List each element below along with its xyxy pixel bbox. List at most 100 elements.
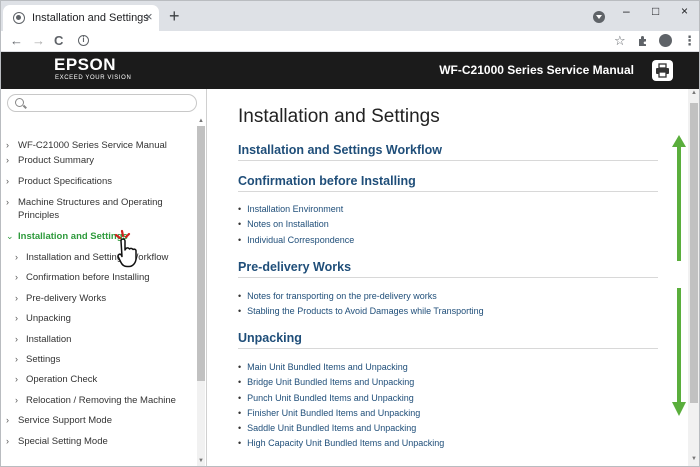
main-content: Installation and Settings Installation a… bbox=[208, 89, 688, 466]
search-input[interactable] bbox=[7, 94, 197, 112]
sidebar-item[interactable]: › Installation and Settings Workflow bbox=[1, 251, 197, 264]
section-heading[interactable]: Confirmation before Installing bbox=[238, 173, 658, 192]
sidebar-item[interactable]: › Special Setting Mode bbox=[1, 435, 197, 448]
search-icon bbox=[15, 98, 24, 107]
manual-title: WF-C21000 Series Service Manual bbox=[439, 63, 634, 77]
site-info-icon[interactable]: i bbox=[78, 35, 89, 46]
print-icon bbox=[656, 63, 669, 78]
forward-button[interactable]: → bbox=[32, 32, 45, 50]
page-scrollbar-thumb[interactable] bbox=[690, 103, 698, 403]
sidebar-scroll-up-icon[interactable]: ▲ bbox=[198, 118, 204, 124]
chevron-icon: › bbox=[15, 394, 18, 405]
new-tab-button[interactable]: + bbox=[169, 7, 180, 25]
tab-search-icon[interactable] bbox=[593, 11, 605, 23]
sidebar-item[interactable]: › Unpacking bbox=[1, 312, 197, 325]
sidebar-item-label: Confirmation before Installing bbox=[26, 272, 150, 284]
sidebar-scrollbar-thumb[interactable] bbox=[197, 126, 205, 381]
section-heading[interactable]: Unpacking bbox=[238, 330, 658, 349]
back-button[interactable]: ← bbox=[10, 32, 23, 50]
minimize-button[interactable]: – bbox=[623, 4, 630, 18]
doc-link[interactable]: Individual Correspondence bbox=[238, 233, 354, 248]
chevron-icon: › bbox=[15, 252, 18, 262]
browser-menu-icon[interactable]: ⋮ bbox=[683, 32, 696, 50]
link-list: Notes for transporting on the pre-delive… bbox=[238, 289, 484, 320]
doc-link[interactable]: Bridge Unit Bundled Items and Unpacking bbox=[238, 375, 444, 390]
link-list: Installation Environment Notes on Instal… bbox=[238, 202, 354, 248]
scroll-down-arrow-icon bbox=[672, 288, 686, 416]
doc-link[interactable]: Notes for transporting on the pre-delive… bbox=[238, 289, 484, 304]
doc-link[interactable]: High Capacity Unit Bundled Items and Unp… bbox=[238, 436, 444, 451]
page-scroll-up-icon[interactable]: ▲ bbox=[691, 90, 697, 96]
hand-cursor-icon bbox=[114, 229, 137, 268]
sidebar-item[interactable]: › Pre-delivery Works bbox=[1, 292, 197, 305]
chevron-icon: › bbox=[6, 436, 9, 447]
chevron-icon: › bbox=[6, 176, 9, 186]
scroll-up-arrow-icon bbox=[672, 135, 686, 261]
sidebar-item[interactable]: › Settings bbox=[1, 353, 197, 366]
tab-title: Installation and Settings bbox=[32, 12, 149, 24]
sidebar-item-label: Product Summary bbox=[18, 155, 95, 166]
site-header: EPSON EXCEED YOUR VISION WF-C21000 Serie… bbox=[1, 52, 699, 89]
sidebar-item-label: Installation bbox=[26, 333, 72, 345]
sidebar-item[interactable]: › Product Specifications bbox=[1, 175, 197, 188]
sidebar-scrollbar[interactable] bbox=[197, 126, 205, 466]
chevron-icon: › bbox=[15, 292, 18, 303]
sidebar-item[interactable]: › WF-C21000 Series Service Manual bbox=[1, 139, 197, 152]
reload-button[interactable]: C bbox=[54, 32, 63, 50]
page-scroll-down-icon[interactable]: ▼ bbox=[691, 456, 697, 462]
chevron-icon: › bbox=[15, 272, 18, 283]
chevron-icon: ⌄ bbox=[6, 231, 14, 241]
sidebar-scroll-down-icon[interactable]: ▼ bbox=[198, 458, 204, 464]
sidebar-item[interactable]: › Operation Check bbox=[1, 373, 197, 386]
sidebar-item-label: Machine Structures and Operating Princip… bbox=[18, 197, 163, 221]
extensions-icon[interactable] bbox=[637, 32, 649, 52]
browser-toolbar: ← → C i ☆ ⋮ bbox=[1, 31, 699, 52]
sidebar-item-label: Operation Check bbox=[26, 374, 98, 386]
profile-icon[interactable] bbox=[659, 34, 672, 47]
sidebar-item[interactable]: › Machine Structures and Operating Princi… bbox=[1, 196, 197, 222]
sidebar-item-label: Relocation / Removing the Machine bbox=[26, 394, 176, 406]
sidebar-item[interactable]: › Product Summary bbox=[1, 154, 197, 167]
chevron-icon: › bbox=[6, 415, 9, 426]
doc-link[interactable]: Saddle Unit Bundled Items and Unpacking bbox=[238, 421, 444, 436]
maximize-button[interactable]: □ bbox=[652, 4, 659, 18]
browser-tab[interactable]: Installation and Settings × bbox=[3, 5, 159, 31]
doc-link[interactable]: Punch Unit Bundled Items and Unpacking bbox=[238, 391, 444, 406]
tab-close-icon[interactable]: × bbox=[145, 10, 153, 24]
print-button[interactable] bbox=[652, 60, 673, 81]
page-scrollbar[interactable] bbox=[688, 89, 699, 466]
doc-link[interactable]: Notes on Installation bbox=[238, 217, 354, 232]
section-heading[interactable]: Pre-delivery Works bbox=[238, 259, 658, 278]
sidebar-item-label: Service Support Mode bbox=[18, 415, 112, 427]
chevron-icon: › bbox=[15, 374, 18, 385]
chevron-icon: › bbox=[15, 333, 18, 344]
globe-icon bbox=[13, 12, 25, 24]
sidebar-item[interactable]: › Service Support Mode bbox=[1, 414, 197, 427]
sidebar-item[interactable]: ⌄ Installation and Settings bbox=[1, 230, 197, 243]
sidebar-item-label: Settings bbox=[26, 353, 61, 365]
chevron-icon: › bbox=[6, 140, 9, 150]
link-list: Main Unit Bundled Items and Unpacking Br… bbox=[238, 360, 444, 452]
sidebar-item-label: Installation and Settings Workflow bbox=[26, 252, 169, 263]
toc-nav: › WF-C21000 Series Service Manual › Product… bbox=[1, 139, 197, 456]
sidebar-item-label: Unpacking bbox=[26, 313, 71, 325]
chevron-icon: › bbox=[6, 155, 9, 165]
sidebar-item[interactable]: › Confirmation before Installing bbox=[1, 271, 197, 284]
bookmark-star-icon[interactable]: ☆ bbox=[614, 32, 626, 50]
sidebar-item[interactable]: › Relocation / Removing the Machine bbox=[1, 394, 197, 407]
epson-logo[interactable]: EPSON bbox=[54, 56, 116, 74]
doc-link[interactable]: Installation Environment bbox=[238, 202, 354, 217]
doc-link[interactable]: Finisher Unit Bundled Items and Unpackin… bbox=[238, 406, 444, 421]
sidebar-item-label: Pre-delivery Works bbox=[26, 292, 107, 304]
toc-sidebar: › WF-C21000 Series Service Manual › Product… bbox=[1, 89, 207, 466]
chevron-icon: › bbox=[6, 197, 9, 207]
section-heading[interactable]: Installation and Settings Workflow bbox=[238, 142, 658, 161]
sidebar-item-label: WF-C21000 Series Service Manual bbox=[18, 140, 167, 151]
doc-link[interactable]: Stabling the Products to Avoid Damages w… bbox=[238, 304, 483, 319]
sidebar-item[interactable]: › Installation bbox=[1, 333, 197, 346]
sidebar-item-label: Product Specifications bbox=[18, 176, 112, 187]
chevron-icon: › bbox=[15, 353, 18, 364]
doc-link[interactable]: Main Unit Bundled Items and Unpacking bbox=[238, 360, 444, 375]
window-close-button[interactable]: × bbox=[681, 4, 688, 18]
tab-strip: Installation and Settings × + – □ × bbox=[1, 1, 699, 31]
